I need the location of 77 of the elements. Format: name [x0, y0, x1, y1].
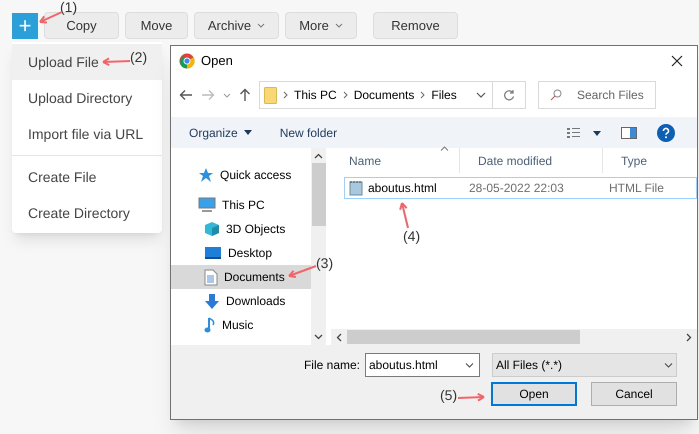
nav-item[interactable]: Documents	[171, 265, 311, 289]
caret-icon	[257, 23, 266, 28]
callout-arrow	[399, 202, 409, 228]
menu-item[interactable]: Create Directory	[12, 195, 162, 231]
chevron-icon	[342, 91, 348, 99]
file-type: HTML File	[608, 180, 664, 197]
path-label[interactable]: This PC	[294, 86, 337, 104]
file-type-dropdown[interactable]: All Files (*.*)	[492, 353, 677, 377]
close-icon[interactable]	[671, 55, 683, 67]
chevron-icon	[283, 91, 288, 99]
toolbar-command[interactable]: Organize	[189, 124, 252, 142]
document-icon	[204, 268, 218, 286]
preview-pane-icon[interactable]	[621, 126, 637, 138]
computer-icon	[198, 197, 216, 213]
nav-item[interactable]: 3D Objects	[171, 217, 311, 241]
chrome-logo-icon	[179, 53, 195, 69]
toolbar-button[interactable]: Remove	[373, 12, 458, 39]
callout-label: (4)	[403, 229, 420, 243]
caret-icon	[334, 23, 343, 28]
nav-item[interactable]: This PC	[171, 193, 311, 217]
folder-icon	[264, 86, 277, 104]
cube-icon	[204, 221, 220, 237]
file-row[interactable]: aboutus.html 28-05-2022 22:03 HTML File	[344, 177, 697, 199]
column-header[interactable]: Type	[602, 148, 682, 173]
up-icon[interactable]	[239, 88, 251, 102]
search-field[interactable]: Search Files	[538, 81, 656, 109]
caret-icon	[664, 362, 673, 368]
toolbar-command[interactable]: New folder	[280, 124, 338, 142]
callout-arrow	[288, 265, 316, 278]
view-options-icon[interactable]	[567, 126, 601, 138]
toolbar-button[interactable]: Move	[125, 12, 188, 39]
back-icon[interactable]	[179, 89, 193, 101]
caret-icon[interactable]	[223, 92, 231, 98]
path-label[interactable]: Documents	[354, 86, 414, 104]
path-label[interactable]: Files	[431, 86, 457, 104]
dialog-button[interactable]: Open	[491, 382, 577, 406]
callout-label: (1)	[60, 0, 78, 14]
help-icon[interactable]	[657, 124, 675, 142]
nav-item[interactable]: Music	[171, 313, 311, 337]
callout-label: (3)	[316, 256, 334, 270]
menu-item[interactable]: Create File	[12, 159, 162, 195]
nav-item[interactable]: Quick access	[171, 163, 311, 187]
dialog-button[interactable]: Cancel	[591, 382, 677, 406]
desktop-icon	[204, 246, 222, 260]
file-name: aboutus.html	[368, 180, 437, 197]
scroll-right-icon[interactable]	[686, 332, 692, 342]
field-label: File name:	[304, 357, 360, 374]
scroll-down-icon[interactable]	[314, 334, 323, 340]
window-title: Open	[201, 52, 233, 70]
search-icon	[550, 89, 562, 101]
callout-arrow	[102, 57, 130, 66]
scroll-left-icon[interactable]	[336, 332, 342, 342]
horizontal-scrollbar[interactable]	[331, 329, 697, 345]
callout-label: (5)	[440, 388, 458, 402]
star-icon	[198, 167, 214, 183]
text-file-icon	[349, 180, 363, 196]
caret-icon	[244, 130, 252, 135]
column-header[interactable]: Date modified	[459, 148, 602, 173]
scroll-up-icon[interactable]	[314, 153, 323, 159]
address-bar[interactable]: This PC Documents Files	[259, 81, 526, 109]
caret-icon	[465, 363, 474, 368]
toolbar-button[interactable]: Archive	[194, 12, 279, 39]
column-header[interactable]: Name	[331, 148, 459, 173]
caret-icon	[476, 92, 486, 98]
file-date: 28-05-2022 22:03	[468, 180, 565, 197]
callout-label: (2)	[130, 50, 148, 64]
callout-arrow	[39, 11, 62, 24]
chevron-icon	[420, 91, 426, 99]
download-icon	[204, 292, 220, 310]
menu-item[interactable]: Import file via URL	[12, 116, 162, 152]
callout-arrow	[458, 392, 485, 402]
nav-item[interactable]: Downloads	[171, 289, 311, 313]
toolbar-button[interactable]: More	[285, 12, 357, 39]
nav-item[interactable]: Desktop	[171, 241, 311, 265]
file-name-field[interactable]: aboutus.html	[365, 353, 480, 377]
music-note-icon	[204, 316, 216, 334]
menu-item[interactable]: Upload Directory	[12, 80, 162, 116]
